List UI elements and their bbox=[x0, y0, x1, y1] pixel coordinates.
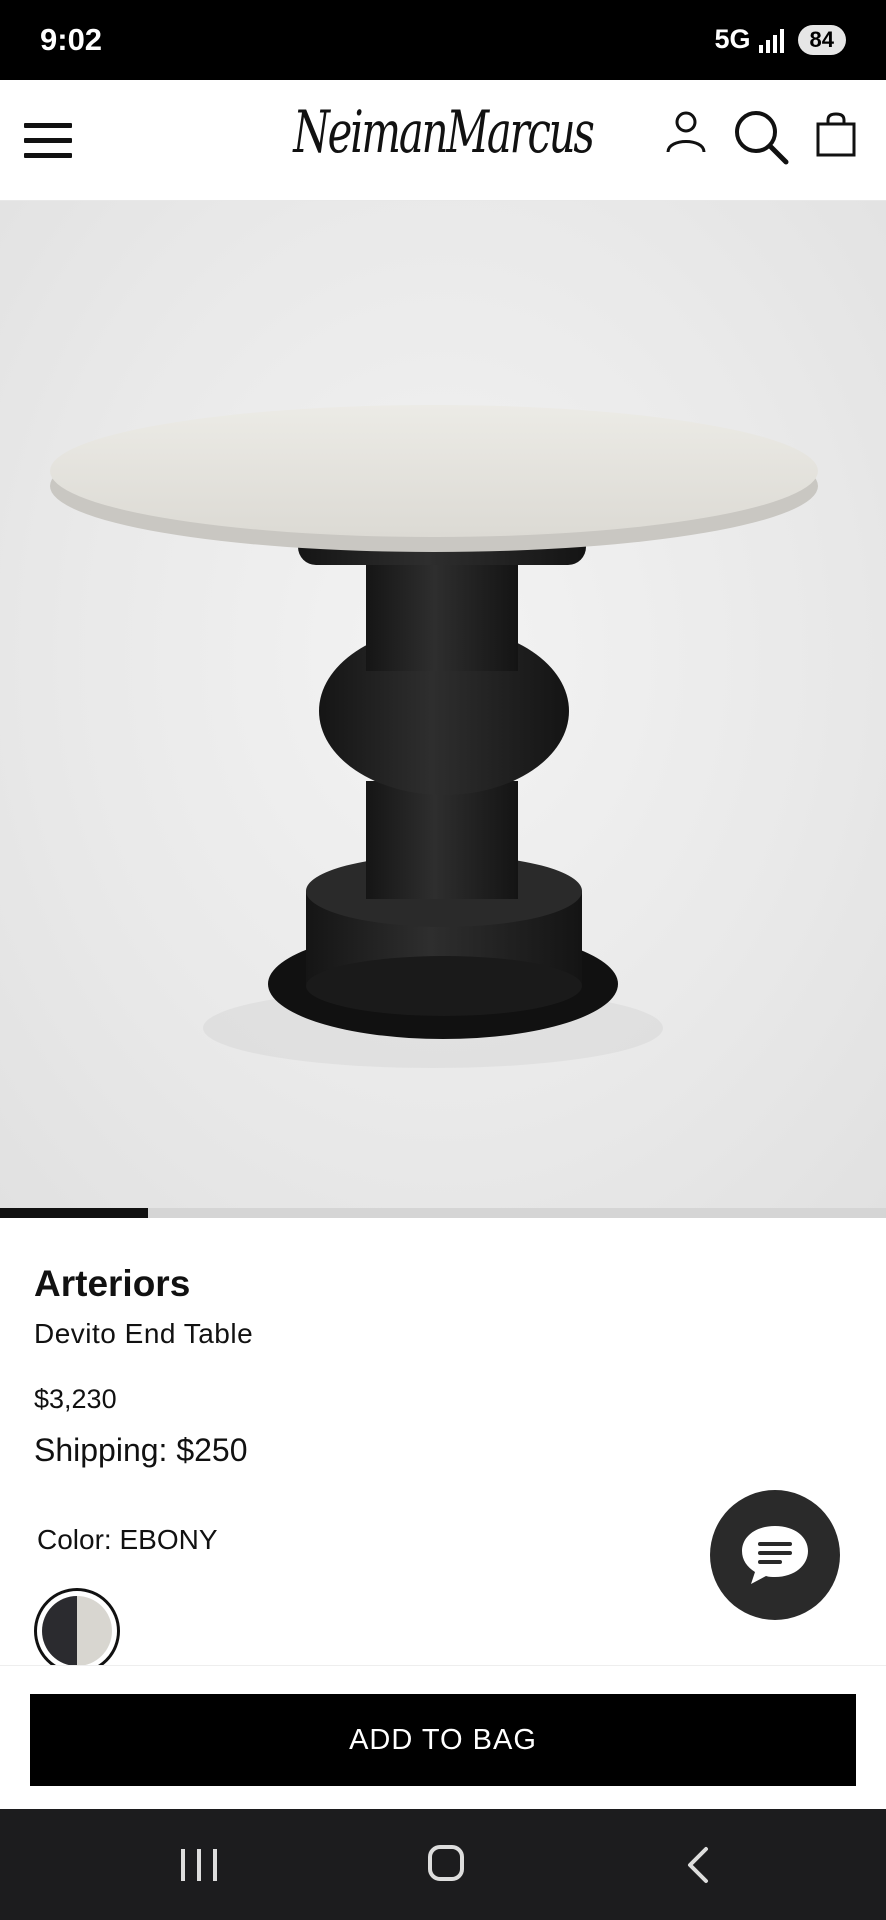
back-icon[interactable] bbox=[682, 1845, 712, 1890]
chat-button[interactable] bbox=[710, 1490, 840, 1620]
battery-icon: 84 bbox=[797, 24, 846, 55]
status-time: 9:02 bbox=[40, 22, 103, 57]
product-price: $3,230 bbox=[34, 1384, 117, 1414]
status-indicators: 5G 84 bbox=[714, 24, 846, 55]
search-icon[interactable] bbox=[732, 108, 790, 171]
network-label: 5G bbox=[714, 24, 751, 54]
recent-apps-icon[interactable] bbox=[181, 1849, 217, 1881]
shipping-cost: Shipping: $250 bbox=[34, 1432, 248, 1468]
menu-icon[interactable] bbox=[24, 123, 72, 159]
color-label: Color: EBONY bbox=[37, 1524, 218, 1555]
product-name: Devito End Table bbox=[34, 1318, 254, 1349]
add-to-bag-button[interactable]: ADD TO BAG bbox=[30, 1694, 856, 1786]
system-navigation-bar bbox=[0, 1809, 886, 1920]
status-bar: 9:02 5G 84 bbox=[0, 0, 886, 80]
carousel-indicator bbox=[0, 1208, 886, 1218]
product-image[interactable] bbox=[0, 201, 886, 1208]
end-table-illustration bbox=[50, 405, 818, 1068]
color-swatch-ebony[interactable] bbox=[34, 1588, 120, 1674]
site-header: NeimanMarcus bbox=[0, 80, 886, 201]
carousel-progress bbox=[0, 1208, 148, 1218]
swatch-fill bbox=[42, 1596, 112, 1666]
signal-icon bbox=[758, 27, 784, 53]
home-icon[interactable] bbox=[428, 1845, 464, 1881]
shopping-bag-icon[interactable] bbox=[814, 112, 858, 163]
account-icon[interactable] bbox=[664, 108, 708, 163]
bottom-action-bar: ADD TO BAG bbox=[0, 1665, 886, 1810]
chat-bubble-icon bbox=[742, 1526, 808, 1584]
product-brand[interactable]: Arteriors bbox=[34, 1263, 190, 1305]
